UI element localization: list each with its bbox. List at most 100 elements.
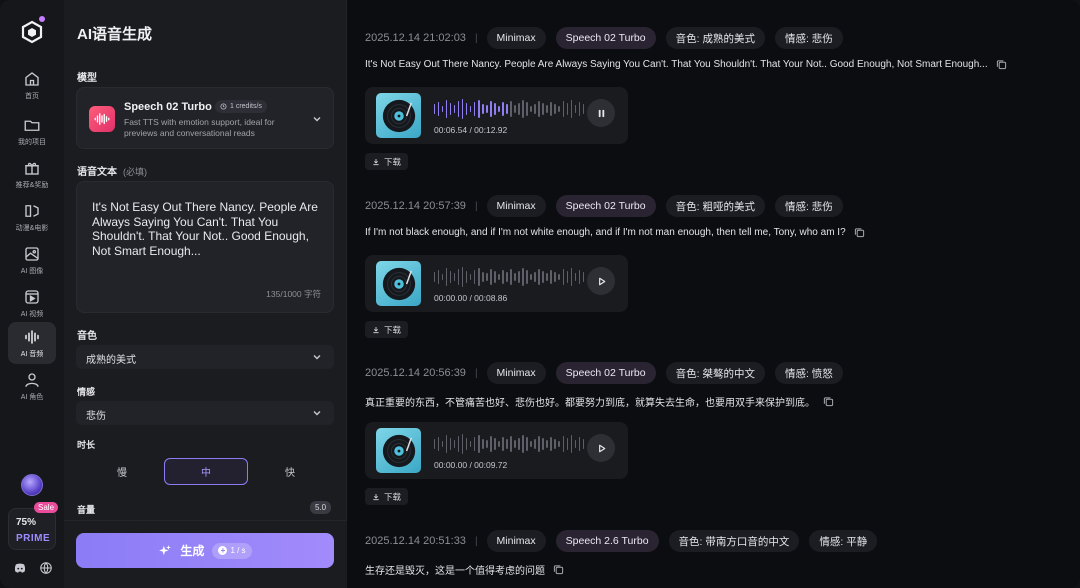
waveform-bar <box>522 435 524 453</box>
play-pause-button[interactable] <box>587 434 615 462</box>
waveform-bar <box>578 437 580 451</box>
separator: | <box>474 535 478 547</box>
waveform-bar <box>514 440 516 448</box>
model-selector[interactable]: Speech 02 Turbo 1 credits/s Fast TTS wit… <box>76 87 334 149</box>
waveform-bar <box>554 104 556 114</box>
rail-item-ai-video[interactable]: AI 视频 <box>8 282 56 324</box>
entry-text-row: If I'm not black enough, and if I'm not … <box>365 227 865 238</box>
rail-label: 首页 <box>25 92 39 100</box>
rail-item-projects[interactable]: 我的项目 <box>8 110 56 152</box>
language-button[interactable] <box>36 558 56 578</box>
rail-label: 我的项目 <box>18 138 46 146</box>
emotion-tag: 情感: 愤怒 <box>774 362 843 384</box>
voice-tag: 音色: 桀骜的中文 <box>665 362 765 384</box>
waveform-bar <box>478 100 480 118</box>
copy-icon[interactable] <box>553 564 564 575</box>
rail-item-ai-image[interactable]: AI 图像 <box>8 239 56 281</box>
voice-select[interactable]: 成熟的美式 <box>76 345 334 369</box>
voice-tag: 音色: 带南方口音的中文 <box>668 530 800 552</box>
waveform-bar <box>454 273 456 281</box>
audio-player: 00:00.00 / 00:09.72 <box>365 422 628 479</box>
copy-icon[interactable] <box>823 396 834 407</box>
speed-option-slow[interactable]: 慢 <box>80 458 164 485</box>
rail-label: AI 图像 <box>20 267 44 275</box>
nav-rail: 首页 我的项目 推荐&奖励 动漫&电影 AI 图像 AI 视频 AI 音频 AI… <box>0 0 64 588</box>
entry-timestamp: 2025.12.14 20:51:33 <box>365 535 466 547</box>
download-label: 下载 <box>384 491 402 502</box>
waveform-bar <box>522 100 524 118</box>
speech-text-value[interactable]: It's Not Easy Out There Nancy. People Ar… <box>92 200 319 258</box>
waveform-bar <box>494 103 496 115</box>
rail-item-rewards[interactable]: 推荐&奖励 <box>8 153 56 195</box>
waveform-bar <box>550 270 552 284</box>
notification-dot <box>39 16 45 22</box>
discord-button[interactable] <box>10 558 30 578</box>
copy-icon[interactable] <box>996 59 1007 70</box>
waveform-bar <box>446 435 448 453</box>
model-label: 模型 <box>77 73 97 84</box>
waveform-bar <box>522 268 524 286</box>
home-icon <box>25 71 39 86</box>
vinyl-cover-icon <box>376 428 421 473</box>
panel-footer: 生成 + 1 / s <box>64 520 347 588</box>
pause-icon <box>598 109 604 117</box>
waveform-bar <box>458 101 460 117</box>
play-icon <box>598 444 605 452</box>
film-icon <box>25 204 39 217</box>
waveform-bar <box>514 273 516 281</box>
credit-chip: 1 credits/s <box>215 100 267 113</box>
waveform-bar <box>530 106 532 112</box>
user-icon <box>25 372 39 387</box>
waveform-bar <box>542 438 544 450</box>
model-tag: Speech 02 Turbo <box>555 195 656 217</box>
waveform[interactable] <box>434 263 584 291</box>
model-name: Speech 02 Turbo <box>124 101 212 113</box>
speed-option-fast[interactable]: 快 <box>248 458 332 485</box>
emotion-select[interactable]: 悲伤 <box>76 401 334 425</box>
rail-item-anime[interactable]: 动漫&电影 <box>8 196 56 238</box>
play-pause-button[interactable] <box>587 99 615 127</box>
waveform-bar <box>434 272 436 282</box>
generation-history: 2025.12.14 21:02:03 | Minimax Speech 02 … <box>348 0 1080 588</box>
emotion-tag: 情感: 悲伤 <box>774 27 843 49</box>
app-logo-icon[interactable] <box>20 20 44 44</box>
app-window: 首页 我的项目 推荐&奖励 动漫&电影 AI 图像 AI 视频 AI 音频 AI… <box>0 0 1080 588</box>
waveform[interactable] <box>434 430 584 458</box>
waveform-bar <box>526 270 528 284</box>
waveform-bar <box>434 439 436 449</box>
waveform-bar <box>574 105 576 113</box>
waveform-bar <box>490 269 492 285</box>
download-button[interactable]: 下载 <box>365 488 409 505</box>
generate-cost-value: 1 / s <box>230 546 246 555</box>
speed-option-medium[interactable]: 中 <box>164 458 248 485</box>
waveform-bar <box>458 269 460 285</box>
speech-text-input[interactable]: It's Not Easy Out There Nancy. People Ar… <box>76 181 334 313</box>
copy-icon[interactable] <box>854 227 865 238</box>
entry-timestamp: 2025.12.14 21:02:03 <box>365 32 466 44</box>
entry-text-row: 真正重要的东西，不管痛苦也好、悲伤也好。都要努力到底，就算失去生命，也要用双手来… <box>365 394 834 409</box>
waveform-bar <box>534 104 536 114</box>
separator: | <box>474 367 478 379</box>
waveform-bar <box>434 104 436 114</box>
rail-item-ai-character[interactable]: AI 角色 <box>8 365 56 407</box>
waveform[interactable] <box>434 95 584 123</box>
download-button[interactable]: 下载 <box>365 153 409 170</box>
waveform-bar <box>526 102 528 116</box>
user-avatar[interactable] <box>21 474 43 496</box>
model-tag: Speech 02 Turbo <box>555 362 656 384</box>
waveform-bar <box>510 436 512 452</box>
waveform-bar <box>454 105 456 113</box>
entry-text: If I'm not black enough, and if I'm not … <box>365 227 846 238</box>
waveform-bar <box>478 268 480 286</box>
text-label-main: 语音文本 <box>77 167 117 178</box>
waveform-bar <box>554 439 556 449</box>
rail-item-ai-audio[interactable]: AI 音频 <box>8 322 56 364</box>
waveform-bar <box>578 102 580 116</box>
rail-item-home[interactable]: 首页 <box>8 64 56 106</box>
globe-icon <box>40 562 52 574</box>
download-button[interactable]: 下载 <box>365 321 409 338</box>
waveform-bar <box>446 100 448 118</box>
generate-button[interactable]: 生成 + 1 / s <box>76 533 334 568</box>
waveform-bar <box>582 439 584 449</box>
play-pause-button[interactable] <box>587 267 615 295</box>
